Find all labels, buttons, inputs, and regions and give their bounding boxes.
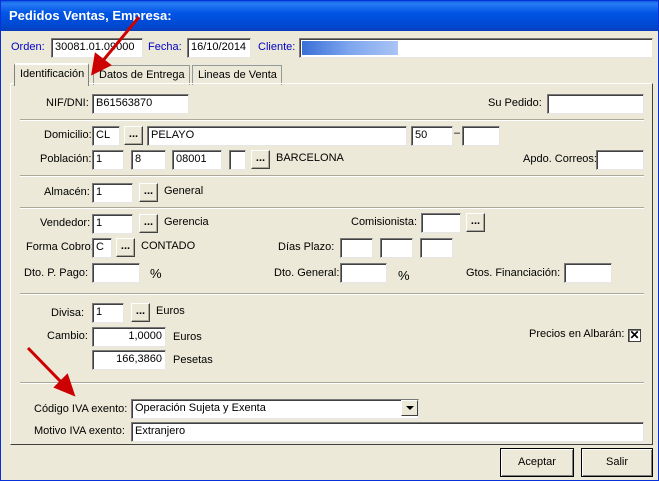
sales-order-window: Pedidos Ventas, Empresa: Orden: 30081.01… [0,0,659,481]
arrow-to-tabs-line [99,16,141,64]
annotation-arrows [26,16,141,397]
tab-identificacion[interactable]: Identificación [14,63,90,86]
arrow-to-iva-line [26,346,66,387]
